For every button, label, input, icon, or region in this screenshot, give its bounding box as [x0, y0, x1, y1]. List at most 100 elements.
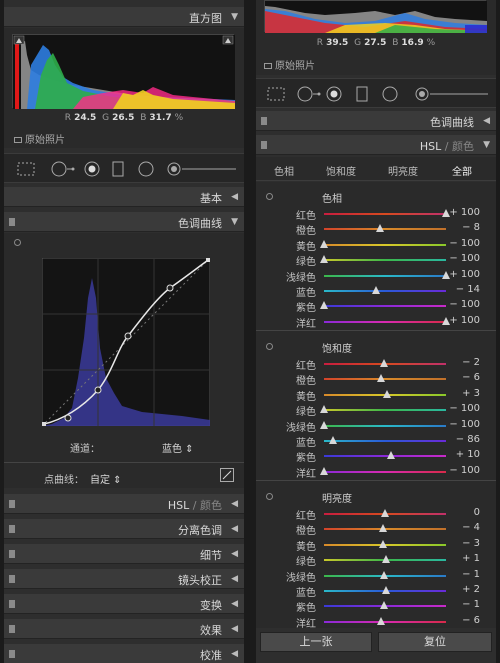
tone-curve-header[interactable]: 色调曲线 ◀: [256, 111, 496, 131]
slider-thumb[interactable]: [320, 420, 328, 429]
transform-header[interactable]: 变换 ◀: [4, 594, 244, 614]
slider-value[interactable]: − 6: [462, 615, 480, 626]
collapse-triangle-icon[interactable]: ◀: [231, 192, 238, 202]
detail-header[interactable]: 细节 ◀: [4, 544, 244, 564]
slider-value[interactable]: − 1: [462, 569, 480, 580]
slider-track[interactable]: [320, 466, 446, 475]
original-photo-toggle[interactable]: 原始照片: [14, 131, 65, 146]
collapse-triangle-icon[interactable]: ◀: [231, 524, 238, 534]
slider-value[interactable]: − 100: [449, 403, 480, 414]
slider-value[interactable]: + 100: [449, 315, 480, 326]
previous-button[interactable]: 上一张: [260, 632, 372, 652]
slider-value[interactable]: + 2: [462, 584, 480, 595]
red-eye-icon[interactable]: [326, 86, 342, 102]
panel-toggle-icon[interactable]: [9, 218, 15, 226]
slider-track[interactable]: [324, 451, 446, 460]
lens-correction-header[interactable]: 镜头校正 ◀: [4, 569, 244, 589]
radial-filter-icon[interactable]: [382, 86, 398, 102]
target-adjust-icon[interactable]: [266, 343, 273, 350]
panel-toggle-icon[interactable]: [9, 500, 15, 508]
adjustment-brush-slider[interactable]: [166, 161, 238, 177]
slider-thumb[interactable]: [320, 239, 328, 248]
target-adjust-icon[interactable]: [14, 239, 21, 246]
graduated-filter-icon[interactable]: [112, 161, 124, 177]
slider-thumb[interactable]: [377, 374, 386, 383]
checkbox-icon[interactable]: [264, 63, 272, 69]
adjustment-brush-slider[interactable]: [414, 86, 490, 102]
slider-track[interactable]: [324, 616, 446, 625]
slider-thumb[interactable]: [372, 286, 381, 294]
slider-value[interactable]: − 100: [449, 238, 480, 249]
slider-thumb[interactable]: [380, 601, 389, 610]
tone-curve-header[interactable]: 色调曲线 ▼: [4, 212, 244, 232]
original-photo-toggle[interactable]: 原始照片: [264, 57, 315, 72]
tab-luminance[interactable]: 明亮度: [388, 163, 418, 178]
collapse-triangle-icon[interactable]: ▼: [231, 217, 238, 227]
panel-toggle-icon[interactable]: [9, 600, 15, 608]
split-toning-header[interactable]: 分离色调 ◀: [4, 519, 244, 539]
slider-thumb[interactable]: [320, 405, 328, 414]
slider-thumb[interactable]: [381, 555, 390, 564]
slider-thumb[interactable]: [376, 224, 385, 233]
target-adjust-icon[interactable]: [266, 193, 273, 200]
slider-value[interactable]: − 4: [462, 522, 480, 533]
tab-hue[interactable]: 色相: [274, 163, 294, 178]
panel-toggle-icon[interactable]: [9, 575, 15, 583]
slider-track[interactable]: [320, 420, 446, 429]
slider-value[interactable]: − 2: [462, 357, 480, 368]
slider-track[interactable]: [324, 539, 446, 548]
slider-thumb[interactable]: [379, 539, 388, 548]
slider-thumb[interactable]: [320, 301, 328, 310]
point-curve-select[interactable]: 自定 ⇕: [90, 471, 122, 486]
slider-value[interactable]: + 100: [449, 207, 480, 218]
radial-filter-icon[interactable]: [138, 161, 154, 177]
slider-value[interactable]: + 100: [449, 269, 480, 280]
collapse-triangle-icon[interactable]: ◀: [231, 549, 238, 559]
slider-track[interactable]: [324, 286, 446, 294]
panel-toggle-icon[interactable]: [9, 650, 15, 658]
slider-track[interactable]: [324, 374, 446, 383]
collapse-triangle-icon[interactable]: ◀: [231, 599, 238, 609]
slider-track[interactable]: [324, 436, 446, 444]
tab-saturation[interactable]: 饱和度: [326, 163, 356, 178]
slider-value[interactable]: − 86: [456, 434, 480, 445]
hsl-header[interactable]: HSL / 颜色 ◀: [4, 494, 244, 514]
reset-button[interactable]: 复位: [378, 632, 492, 652]
target-adjust-icon[interactable]: [266, 493, 273, 500]
collapse-triangle-icon[interactable]: ◀: [483, 116, 490, 126]
slider-value[interactable]: + 1: [462, 553, 480, 564]
spot-removal-icon[interactable]: [296, 86, 322, 102]
slider-value[interactable]: − 100: [449, 253, 480, 264]
slider-value[interactable]: − 100: [449, 465, 480, 476]
slider-track[interactable]: [324, 224, 446, 233]
panel-toggle-icon[interactable]: [9, 625, 15, 633]
slider-thumb[interactable]: [328, 436, 337, 444]
slider-track[interactable]: [324, 586, 446, 594]
slider-track[interactable]: [320, 301, 446, 310]
slider-value[interactable]: 0: [474, 507, 480, 518]
panel-toggle-icon[interactable]: [9, 550, 15, 558]
panel-toggle-icon[interactable]: [261, 117, 267, 125]
slider-thumb[interactable]: [320, 466, 328, 475]
histogram-header[interactable]: 直方图 ▼: [4, 7, 244, 27]
collapse-triangle-icon[interactable]: ▼: [483, 140, 490, 150]
collapse-triangle-icon[interactable]: ◀: [231, 574, 238, 584]
collapse-triangle-icon[interactable]: ◀: [231, 649, 238, 659]
curve-edit-icon[interactable]: [220, 468, 234, 482]
panel-toggle-icon[interactable]: [261, 141, 267, 149]
slider-thumb[interactable]: [380, 570, 389, 579]
channel-select[interactable]: 蓝色 ⇕: [162, 440, 194, 455]
collapse-triangle-icon[interactable]: ▼: [231, 12, 238, 22]
slider-value[interactable]: + 3: [462, 388, 480, 399]
slider-track[interactable]: [324, 524, 446, 533]
slider-value[interactable]: − 8: [462, 222, 480, 233]
slider-thumb[interactable]: [320, 255, 328, 264]
tab-all[interactable]: 全部: [452, 163, 472, 178]
calibration-header[interactable]: 校准 ◀: [4, 644, 244, 663]
crop-overlay-icon[interactable]: [266, 86, 286, 102]
slider-value[interactable]: − 14: [456, 284, 480, 295]
slider-thumb[interactable]: [387, 451, 396, 460]
slider-track[interactable]: [320, 239, 446, 248]
slider-thumb[interactable]: [379, 359, 388, 367]
crop-overlay-icon[interactable]: [16, 161, 36, 177]
